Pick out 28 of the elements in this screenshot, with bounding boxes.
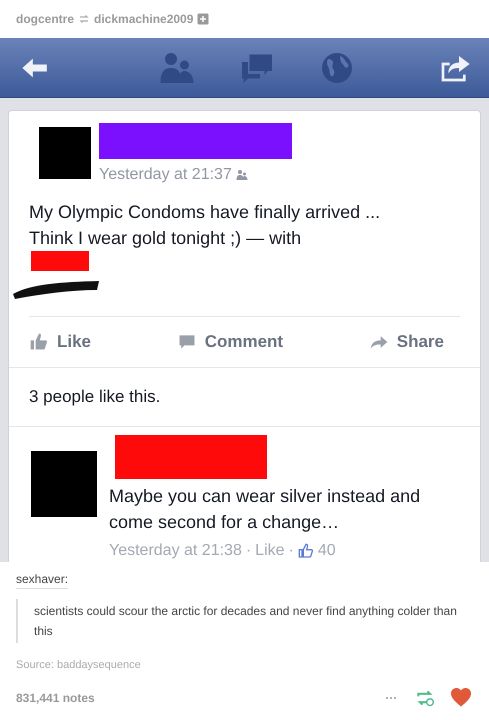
like-link[interactable]: Like bbox=[255, 538, 285, 562]
separator-dot: · bbox=[288, 540, 294, 560]
action-button[interactable]: Like bbox=[29, 329, 92, 354]
source-blog-name[interactable]: dickmachine2009 bbox=[94, 10, 194, 28]
heart-icon[interactable] bbox=[451, 688, 471, 708]
reblog-icon bbox=[415, 688, 435, 708]
post-time: Yesterday at 21:37 bbox=[99, 165, 232, 185]
separator-dot: · bbox=[246, 540, 252, 560]
thumbs-up-icon bbox=[298, 542, 314, 558]
notes-count[interactable]: 831,441 notes bbox=[16, 688, 383, 706]
reblog-author[interactable]: sexhaver: bbox=[16, 570, 68, 589]
redaction-block bbox=[39, 127, 91, 179]
comment-time: Yesterday at 21:38 bbox=[109, 540, 242, 560]
redaction-block bbox=[31, 450, 97, 516]
reblog-icon bbox=[78, 13, 90, 25]
comment-text: Maybe you can wear silver instead and come second for a change… bbox=[109, 484, 422, 534]
source-link[interactable]: Source: baddaysequence bbox=[16, 657, 473, 674]
quote-text: scientists could scour the arctic for decades and never find anything colder than this bbox=[34, 603, 458, 640]
action-button[interactable]: Share bbox=[368, 329, 444, 354]
redaction-bar bbox=[31, 251, 89, 271]
reblogger-name[interactable]: dogcentre bbox=[16, 10, 74, 28]
likes-summary: 3 people like this. bbox=[29, 386, 160, 406]
plus-icon bbox=[197, 13, 210, 25]
friends-icon bbox=[236, 169, 248, 181]
post-text: My Olympic Condoms have finally arrived ... Think I wear gold tonight ;) — with bbox=[29, 201, 382, 250]
thumbs-up-icon bbox=[29, 332, 49, 352]
like-count: 40 bbox=[318, 540, 336, 560]
action-button[interactable]: Comment bbox=[176, 329, 284, 354]
